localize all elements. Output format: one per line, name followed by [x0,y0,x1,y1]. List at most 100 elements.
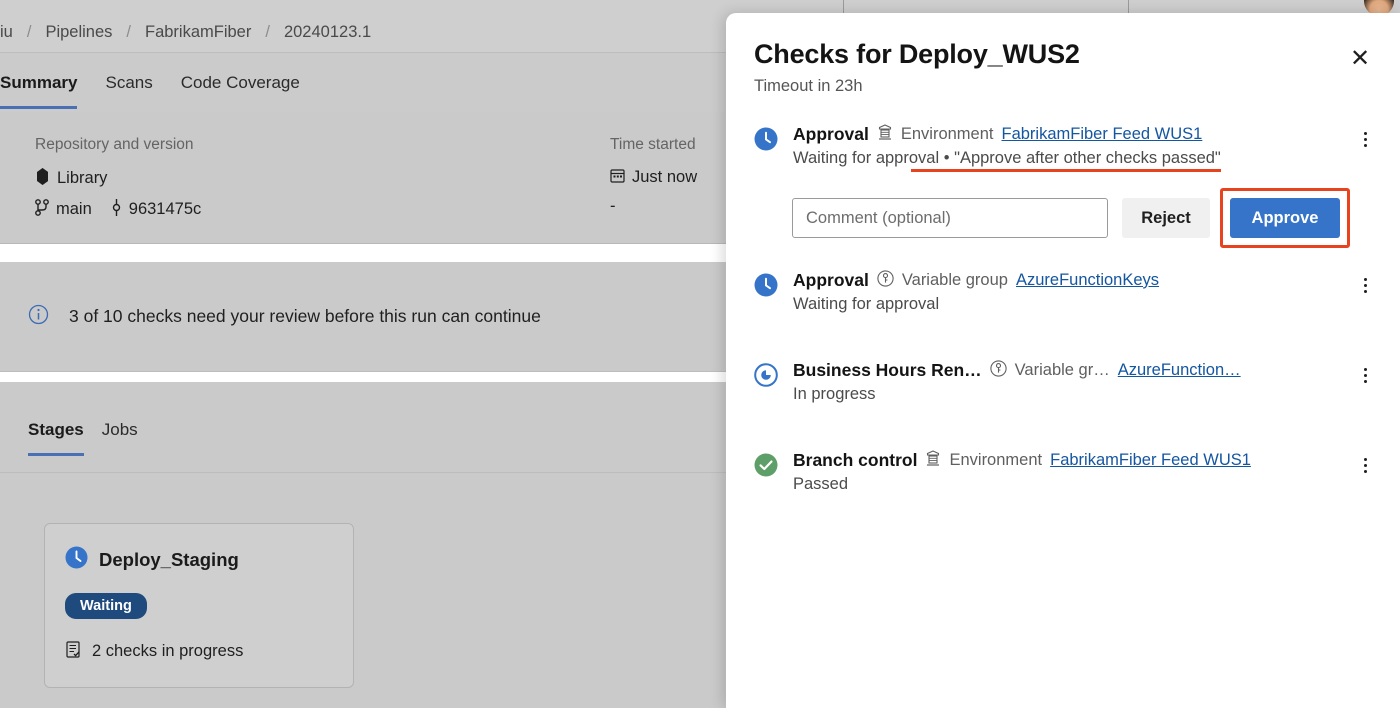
check-name: Branch control [793,450,918,470]
stage-card-checks-row[interactable]: 2 checks in progress [65,641,333,662]
more-options-icon[interactable] [1352,270,1378,300]
checks-panel: Checks for Deploy_WUS2 Timeout in 23h ✕ … [726,13,1400,708]
commit-hash[interactable]: 9631475c [129,200,202,219]
check-body: Approval Variable group AzureFunctionKey… [793,270,1372,314]
check-status-separator: • [943,149,950,167]
close-icon[interactable]: ✕ [1342,41,1378,77]
check-status: In progress [793,385,876,404]
check-item[interactable]: Approval Environment FabrikamFiber Feed … [726,114,1400,178]
check-resource-link[interactable]: AzureFunctionKeys [1016,271,1159,290]
check-status-text: Waiting for approval [793,295,940,313]
stages-divider [0,472,730,473]
repository-column: Repository and version Library main 9631… [35,136,201,230]
branch-commit-row: main 9631475c [35,199,201,220]
variable-group-icon [877,270,894,291]
check-body: Branch control Environment FabrikamFiber… [793,450,1372,494]
check-resource-type: Environment [900,125,994,143]
clock-blue-icon [754,127,778,151]
check-status: Passed [793,475,848,494]
check-resource-link[interactable]: FabrikamFiber Feed WUS1 [1050,451,1251,470]
check-body: Business Hours Ren… Variable gr… AzureFu… [793,360,1372,404]
clock-blue-icon [65,546,88,573]
tab-jobs[interactable]: Jobs [102,420,156,456]
more-options-icon[interactable] [1352,450,1378,480]
variable-group-icon [990,360,1007,381]
checks-info-banner: 3 of 10 checks need your review before t… [0,262,730,372]
breadcrumb-item-0[interactable]: iu [0,23,27,42]
panel-title: Checks for Deploy_WUS2 [754,39,1080,69]
check-title-row: Business Hours Ren… Variable gr… AzureFu… [793,360,1372,381]
more-options-icon[interactable] [1352,360,1378,390]
environment-icon [877,124,893,145]
check-name: Business Hours Ren… [793,360,982,380]
more-options-icon[interactable] [1352,124,1378,154]
checklist-icon [65,641,81,662]
info-icon [28,304,49,330]
elapsed-value: - [610,197,616,215]
clock-blue-icon [754,273,778,297]
check-resource-type: Variable group [901,271,1008,289]
success-check-icon [754,453,778,477]
check-title-row: Approval Environment FabrikamFiber Feed … [793,124,1372,145]
tab-stages[interactable]: Stages [28,420,102,456]
check-body: Approval Environment FabrikamFiber Feed … [793,124,1372,172]
check-status: Waiting for approval • "Approve after ot… [793,149,1221,172]
commit-icon [111,199,122,220]
azure-repos-icon [35,168,50,189]
check-title-row: Approval Variable group AzureFunctionKey… [793,270,1372,291]
approve-button-highlight: Approve [1220,188,1350,248]
checks-list: Approval Environment FabrikamFiber Feed … [726,114,1400,504]
stages-tabs: Stages Jobs [28,420,156,456]
tab-code-coverage[interactable]: Code Coverage [167,73,314,109]
reject-button[interactable]: Reject [1122,198,1210,238]
check-status-text: Passed [793,475,849,493]
run-summary-card: Repository and version Library main 9631… [0,112,730,244]
instruction-highlight-underline [911,169,1221,172]
stage-card-title: Deploy_Staging [99,548,239,570]
check-status-text: In progress [793,385,876,403]
check-name: Approval [793,270,869,290]
check-resource-link[interactable]: AzureFunction… [1118,361,1241,380]
stage-card-checks-text: 2 checks in progress [92,641,244,660]
check-status: Waiting for approval [793,295,939,314]
stage-card-header: Deploy_Staging [65,546,333,573]
time-column: Time started Just now - [610,136,697,226]
branch-name[interactable]: main [56,200,92,219]
calendar-icon [610,168,625,187]
branch-icon [35,199,49,220]
time-started-value: Just now [632,168,698,186]
breadcrumb-item-1[interactable]: Pipelines [31,23,126,42]
stages-section: Stages Jobs Deploy_Staging Waiting 2 che… [0,382,730,708]
repository-name-row: Library [35,168,201,189]
approve-button[interactable]: Approve [1230,198,1340,238]
status-badge: Waiting [65,593,147,619]
checks-info-text: 3 of 10 checks need your review before t… [69,306,541,326]
check-status-text: Waiting for approval [793,149,940,167]
check-title-row: Branch control Environment FabrikamFiber… [793,450,1372,471]
repository-name[interactable]: Library [57,169,107,188]
tab-scans[interactable]: Scans [91,73,166,109]
check-item[interactable]: Business Hours Ren… Variable gr… AzureFu… [726,350,1400,414]
panel-timeout: Timeout in 23h [754,77,863,95]
tab-summary[interactable]: Summary [0,73,91,109]
check-name: Approval [793,124,869,144]
check-item[interactable]: Approval Variable group AzureFunctionKey… [726,260,1400,324]
repository-label: Repository and version [35,136,194,153]
stage-card-deploy-staging[interactable]: Deploy_Staging Waiting 2 checks in progr… [44,523,354,688]
comment-input[interactable] [792,198,1108,238]
panel-header: Checks for Deploy_WUS2 Timeout in 23h ✕ [726,13,1400,96]
breadcrumb-item-2[interactable]: FabrikamFiber [131,23,265,42]
check-resource-link[interactable]: FabrikamFiber Feed WUS1 [1002,125,1203,144]
check-instruction: "Approve after other checks passed" [954,149,1221,167]
time-started-row: Just now [610,168,697,187]
in-progress-icon [754,363,778,387]
check-item[interactable]: Branch control Environment FabrikamFiber… [726,440,1400,504]
breadcrumb-item-3[interactable]: 20240123.1 [270,23,385,42]
elapsed-row: - [610,197,697,216]
check-resource-type: Environment [949,451,1043,469]
check-resource-type: Variable gr… [1014,361,1110,379]
time-started-label: Time started [610,136,696,153]
environment-icon [925,450,941,471]
top-chrome-strip [0,0,1400,16]
approval-actions: Reject Approve [726,188,1400,248]
